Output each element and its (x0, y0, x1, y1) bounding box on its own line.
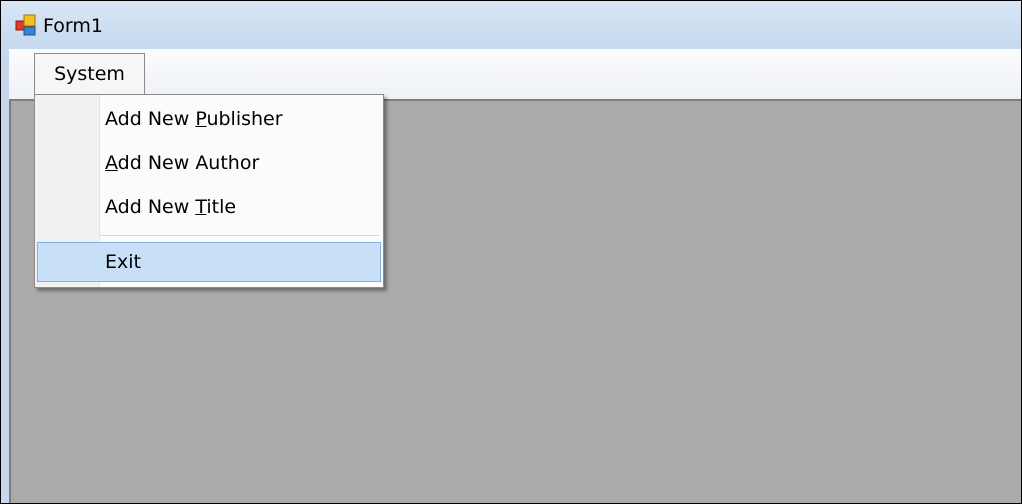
form-window-icon (15, 14, 36, 36)
menu-item-add-new-publisher[interactable]: Add New Publisher (37, 99, 381, 139)
window-frame-left (1, 49, 9, 503)
menu-system[interactable]: System (34, 53, 145, 95)
title-bar[interactable]: Form1 (1, 1, 1021, 49)
menu-item-add-new-author[interactable]: Add New Author (37, 143, 381, 183)
menu-item-label: Add New Author (105, 152, 260, 174)
menu-item-label: Add New Publisher (105, 108, 283, 130)
menu-item-label: Add New Title (105, 196, 237, 218)
access-key: P (195, 108, 207, 130)
menu-item-exit[interactable]: Exit (37, 242, 381, 282)
menu-item-add-new-title[interactable]: Add New Title (37, 187, 381, 227)
system-dropdown-menu: Add New Publisher Add New Author Add New… (34, 94, 384, 288)
menu-item-label: Exit (105, 251, 141, 273)
access-key: A (105, 152, 118, 174)
app-window: Form1 System Add New Publisher Add New A… (0, 0, 1022, 504)
menu-separator (99, 235, 379, 237)
access-key: T (195, 196, 207, 218)
menu-bar: System (9, 49, 1021, 99)
window-title: Form1 (43, 15, 103, 37)
